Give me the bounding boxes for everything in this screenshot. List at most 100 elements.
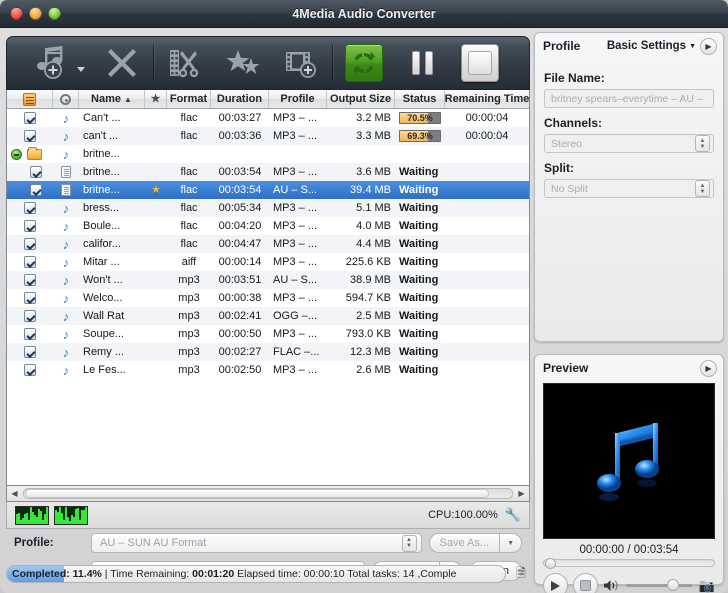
- row-checkbox[interactable]: [24, 310, 36, 322]
- col-header-select[interactable]: [7, 90, 53, 108]
- channels-select[interactable]: Stereo ▲▼: [544, 134, 714, 153]
- scroll-left-arrow-icon[interactable]: ◀: [7, 487, 22, 501]
- scrollbar-track[interactable]: [23, 488, 513, 499]
- row-select-cell[interactable]: [7, 361, 53, 379]
- row-select-cell[interactable]: [7, 307, 53, 325]
- split-select[interactable]: No Split ▲▼: [544, 179, 714, 198]
- convert-button[interactable]: [335, 40, 393, 86]
- row-star-cell[interactable]: [145, 217, 167, 235]
- channels-stepper-icon[interactable]: ▲▼: [695, 135, 710, 152]
- preview-screen[interactable]: [543, 383, 715, 539]
- col-header-duration[interactable]: Duration: [211, 90, 269, 108]
- col-header-size[interactable]: Output Size: [327, 90, 395, 108]
- col-header-status[interactable]: Status: [395, 90, 445, 108]
- row-checkbox[interactable]: [24, 328, 36, 340]
- file-name-input[interactable]: britney spears–everytime – AU –: [544, 89, 714, 108]
- table-row[interactable]: ♪califor...flac00:04:47MP3 – ...4.4 MBWa…: [7, 235, 529, 253]
- row-checkbox[interactable]: [24, 220, 36, 232]
- preview-panel-collapse-button[interactable]: ▶: [700, 360, 717, 377]
- volume-icon[interactable]: [603, 579, 619, 592]
- row-select-cell[interactable]: [7, 253, 53, 271]
- profile-panel-collapse-button[interactable]: ▶: [700, 38, 717, 55]
- preview-seek-knob[interactable]: [545, 558, 556, 569]
- row-star-cell[interactable]: [145, 163, 167, 181]
- row-checkbox[interactable]: [24, 256, 36, 268]
- row-star-cell[interactable]: [145, 235, 167, 253]
- profile-stepper-icon[interactable]: ▲▼: [402, 535, 417, 552]
- save-as-dropdown-icon[interactable]: ▼: [499, 533, 522, 553]
- horizontal-scrollbar[interactable]: ◀ ▶: [6, 486, 530, 502]
- row-select-cell[interactable]: [7, 235, 53, 253]
- table-row[interactable]: britne...★flac00:03:54AU – S...39.4 MBWa…: [7, 181, 529, 199]
- table-row[interactable]: ♪Mitar ...aiff00:00:14MP3 – ...225.6 KBW…: [7, 253, 529, 271]
- row-checkbox[interactable]: [24, 202, 36, 214]
- row-star-cell[interactable]: [145, 253, 167, 271]
- row-star-cell[interactable]: [145, 343, 167, 361]
- row-star-cell[interactable]: [145, 109, 167, 127]
- volume-slider[interactable]: [626, 584, 692, 587]
- row-select-cell[interactable]: [7, 271, 53, 289]
- row-star-cell[interactable]: [145, 307, 167, 325]
- row-star-cell[interactable]: [145, 271, 167, 289]
- row-checkbox[interactable]: [24, 112, 36, 124]
- effect-button[interactable]: [214, 40, 272, 86]
- table-row[interactable]: ♪Boule...flac00:04:20MP3 – ...4.0 MBWait…: [7, 217, 529, 235]
- row-checkbox[interactable]: [30, 166, 42, 178]
- select-all-icon[interactable]: [23, 93, 36, 106]
- row-star-cell[interactable]: [145, 145, 167, 163]
- table-row[interactable]: ♪can't ...flac00:03:36MP3 – ...3.3 MB69.…: [7, 127, 529, 145]
- clip-button[interactable]: [156, 40, 214, 86]
- pause-button[interactable]: [393, 40, 451, 86]
- row-checkbox[interactable]: [24, 130, 36, 142]
- add-file-caret-icon[interactable]: [77, 67, 85, 72]
- table-row[interactable]: ♪Can't ...flac00:03:27MP3 – ...3.2 MB70.…: [7, 109, 529, 127]
- table-row[interactable]: ♪bress...flac00:05:34MP3 – ...5.1 MBWait…: [7, 199, 529, 217]
- col-header-star[interactable]: ★: [145, 90, 167, 108]
- wrench-icon[interactable]: 🔧: [505, 507, 521, 523]
- row-checkbox[interactable]: [30, 184, 42, 196]
- row-checkbox[interactable]: [24, 364, 36, 376]
- table-row[interactable]: britne...flac00:03:54MP3 – ...3.6 MBWait…: [7, 163, 529, 181]
- col-header-remaining[interactable]: Remaining Time: [445, 90, 529, 108]
- row-select-cell[interactable]: [7, 289, 53, 307]
- stop-button[interactable]: [451, 40, 509, 86]
- preview-seek-slider[interactable]: [543, 559, 715, 567]
- row-select-cell[interactable]: [7, 163, 53, 181]
- row-select-cell[interactable]: [7, 199, 53, 217]
- row-select-cell[interactable]: [7, 145, 53, 163]
- row-checkbox[interactable]: [24, 274, 36, 286]
- preview-stop-button[interactable]: [573, 573, 598, 593]
- basic-settings-dropdown[interactable]: Basic Settings ▼: [607, 40, 696, 52]
- row-select-cell[interactable]: [7, 109, 53, 127]
- row-star-cell[interactable]: [145, 199, 167, 217]
- add-picture-button[interactable]: [272, 40, 330, 86]
- col-header-media[interactable]: [53, 90, 79, 108]
- scrollbar-thumb[interactable]: [25, 489, 489, 498]
- col-header-format[interactable]: Format: [167, 90, 211, 108]
- row-select-cell[interactable]: [7, 217, 53, 235]
- col-header-profile[interactable]: Profile: [269, 90, 327, 108]
- row-checkbox[interactable]: [24, 346, 36, 358]
- remove-button[interactable]: [93, 40, 151, 86]
- table-row[interactable]: ♪Welco...mp300:00:38MP3 – ...594.7 KBWai…: [7, 289, 529, 307]
- table-row[interactable]: ♪britne...: [7, 145, 529, 163]
- row-star-cell[interactable]: [145, 289, 167, 307]
- row-checkbox[interactable]: [24, 238, 36, 250]
- snapshot-icon[interactable]: 📷: [699, 578, 715, 593]
- log-icon[interactable]: 🗎: [512, 565, 530, 583]
- preview-play-button[interactable]: [543, 573, 568, 593]
- table-row[interactable]: ♪Soupe...mp300:00:50MP3 – ...793.0 KBWai…: [7, 325, 529, 343]
- row-select-cell[interactable]: [7, 127, 53, 145]
- table-row[interactable]: ♪Won't ...mp300:03:51AU – S...38.9 MBWai…: [7, 271, 529, 289]
- table-row[interactable]: ♪Remy ...mp300:02:27FLAC –...12.3 MBWait…: [7, 343, 529, 361]
- table-row[interactable]: ♪Wall Ratmp300:02:41OGG –...2.5 MBWaitin…: [7, 307, 529, 325]
- row-star-cell[interactable]: [145, 361, 167, 379]
- row-select-cell[interactable]: [7, 325, 53, 343]
- split-stepper-icon[interactable]: ▲▼: [695, 180, 710, 197]
- row-star-cell[interactable]: [145, 127, 167, 145]
- row-select-cell[interactable]: [7, 181, 53, 199]
- row-checkbox[interactable]: [24, 292, 36, 304]
- expand-collapse-icon[interactable]: [11, 149, 22, 160]
- row-star-cell[interactable]: [145, 325, 167, 343]
- row-select-cell[interactable]: [7, 343, 53, 361]
